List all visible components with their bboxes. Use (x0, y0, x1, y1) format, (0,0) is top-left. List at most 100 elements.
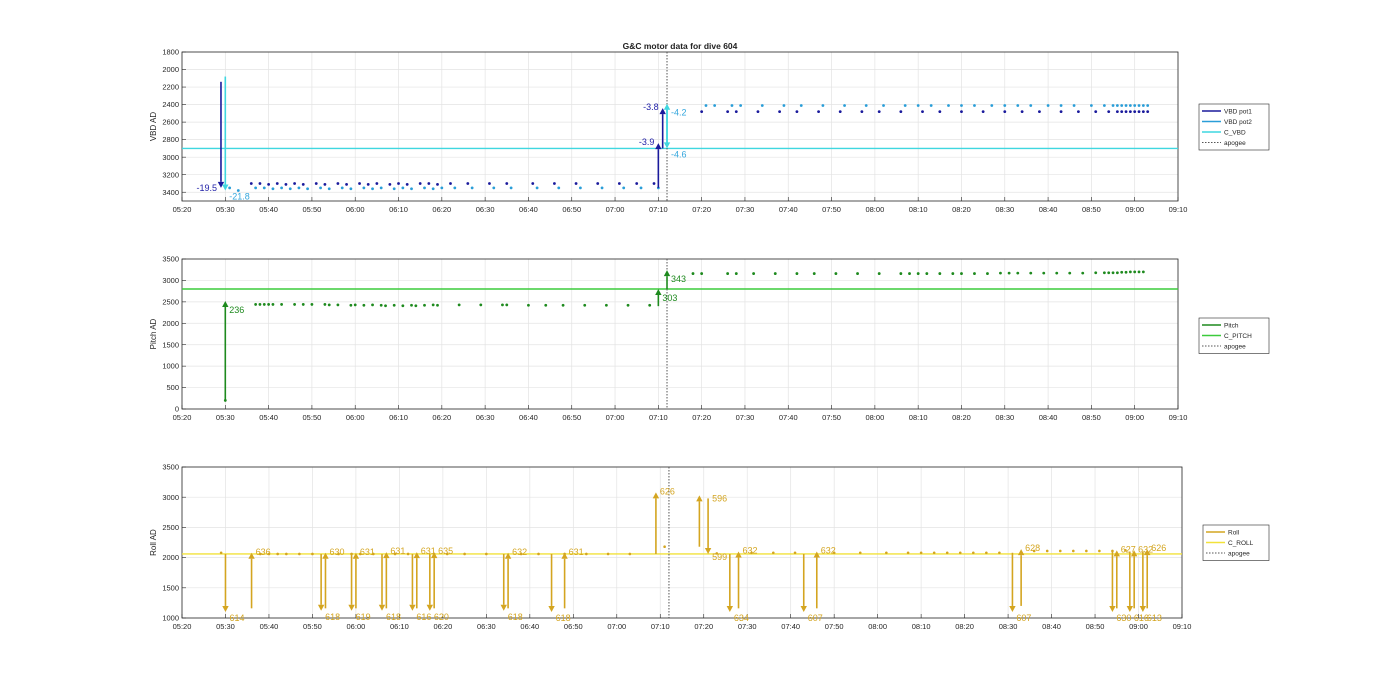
data-point (362, 186, 366, 190)
data-point (856, 272, 859, 275)
data-point (730, 104, 734, 107)
data-point (734, 110, 738, 113)
data-point (812, 272, 816, 275)
data-point (1111, 104, 1115, 107)
data-point (310, 303, 314, 306)
data-point (1038, 110, 1041, 113)
legend-label: VBD pot1 (1224, 109, 1252, 116)
data-point (834, 272, 838, 275)
data-point (885, 551, 888, 555)
data-point (986, 272, 989, 275)
data-point (1115, 110, 1119, 113)
x-tick-label: 08:50 (1086, 622, 1105, 631)
data-point (793, 551, 797, 555)
data-point (537, 552, 540, 556)
data-point (1111, 271, 1115, 275)
data-point (557, 186, 561, 190)
data-point (1124, 104, 1128, 107)
data-label: 613 (1147, 613, 1162, 623)
x-tick-label: 08:10 (909, 413, 928, 422)
x-tick-label: 07:10 (649, 413, 668, 422)
data-point (366, 182, 370, 186)
data-point (782, 104, 786, 107)
data-point (1029, 271, 1033, 275)
data-point (1020, 110, 1024, 113)
data-point (960, 104, 963, 107)
x-tick-label: 07:00 (606, 205, 625, 214)
y-tick-label: 1500 (162, 340, 179, 349)
data-point (639, 186, 643, 190)
data-point (449, 182, 452, 185)
data-point (280, 186, 283, 190)
data-label: 236 (229, 305, 244, 315)
data-point (371, 187, 374, 191)
data-point (860, 110, 864, 113)
x-tick-label: 06:10 (390, 622, 409, 631)
data-point (821, 104, 825, 107)
data-point (858, 551, 862, 555)
data-point (323, 182, 327, 186)
legend-label: apogee (1224, 344, 1246, 351)
data-point (663, 545, 666, 549)
data-point (585, 552, 588, 556)
data-point (544, 303, 548, 307)
data-label: 636 (256, 547, 271, 557)
data-point (275, 182, 279, 185)
x-tick-label: 06:40 (519, 205, 538, 214)
data-point (838, 110, 842, 113)
data-label: 631 (360, 547, 375, 557)
data-point (358, 182, 361, 185)
data-label: 618 (556, 613, 571, 623)
data-point (1137, 104, 1141, 107)
data-point (628, 552, 632, 556)
y-tick-label: 1000 (162, 614, 179, 623)
data-point (418, 182, 422, 185)
data-point (1045, 549, 1049, 553)
data-point (1141, 104, 1145, 107)
x-tick-label: 06:00 (347, 622, 366, 631)
x-tick-label: 08:50 (1082, 205, 1101, 214)
data-point (1146, 104, 1150, 107)
data-point (622, 186, 626, 190)
x-tick-label: 09:00 (1129, 622, 1148, 631)
x-tick-label: 07:40 (779, 413, 798, 422)
data-point (1003, 104, 1007, 107)
pitch-axes: 05:20 05:30 05:40 05:50 06:00 06:10 06:20 06:30… (149, 255, 1270, 422)
data-point (799, 104, 803, 107)
data-label: -4.6 (671, 149, 687, 159)
data-point (527, 303, 530, 307)
data-point (258, 182, 262, 185)
data-label: -3.8 (643, 102, 659, 112)
data-point (392, 303, 396, 307)
data-point (574, 182, 578, 185)
y-tick-label: 2000 (162, 319, 179, 328)
data-point (371, 303, 374, 307)
x-tick-label: 07:20 (694, 622, 713, 631)
data-point (319, 186, 322, 190)
data-label: 607 (1016, 613, 1031, 623)
data-point (877, 272, 881, 275)
data-point (1137, 110, 1141, 113)
data-point (1058, 549, 1062, 553)
data-point (726, 110, 730, 113)
data-point (406, 552, 410, 556)
data-point (271, 303, 275, 306)
x-tick-label: 09:10 (1169, 205, 1188, 214)
data-point (340, 186, 344, 190)
legend-label: C_VBD (1224, 130, 1246, 137)
data-point (617, 182, 621, 185)
data-label: 626 (1151, 543, 1166, 553)
data-label: 614 (229, 613, 244, 623)
data-point (436, 303, 439, 307)
figure: G&C motor data for dive 604 05:20 05:30 05… (0, 0, 1400, 693)
y-tick-label: 3500 (162, 255, 179, 264)
x-tick-label: 06:00 (346, 205, 365, 214)
x-tick-label: 05:30 (216, 205, 235, 214)
data-point (271, 187, 275, 191)
y-tick-label: 2200 (162, 83, 179, 92)
data-point (1098, 549, 1101, 553)
data-point (929, 104, 933, 107)
x-tick-label: 08:20 (952, 413, 971, 422)
data-point (379, 303, 383, 307)
data-label: 632 (512, 547, 527, 557)
